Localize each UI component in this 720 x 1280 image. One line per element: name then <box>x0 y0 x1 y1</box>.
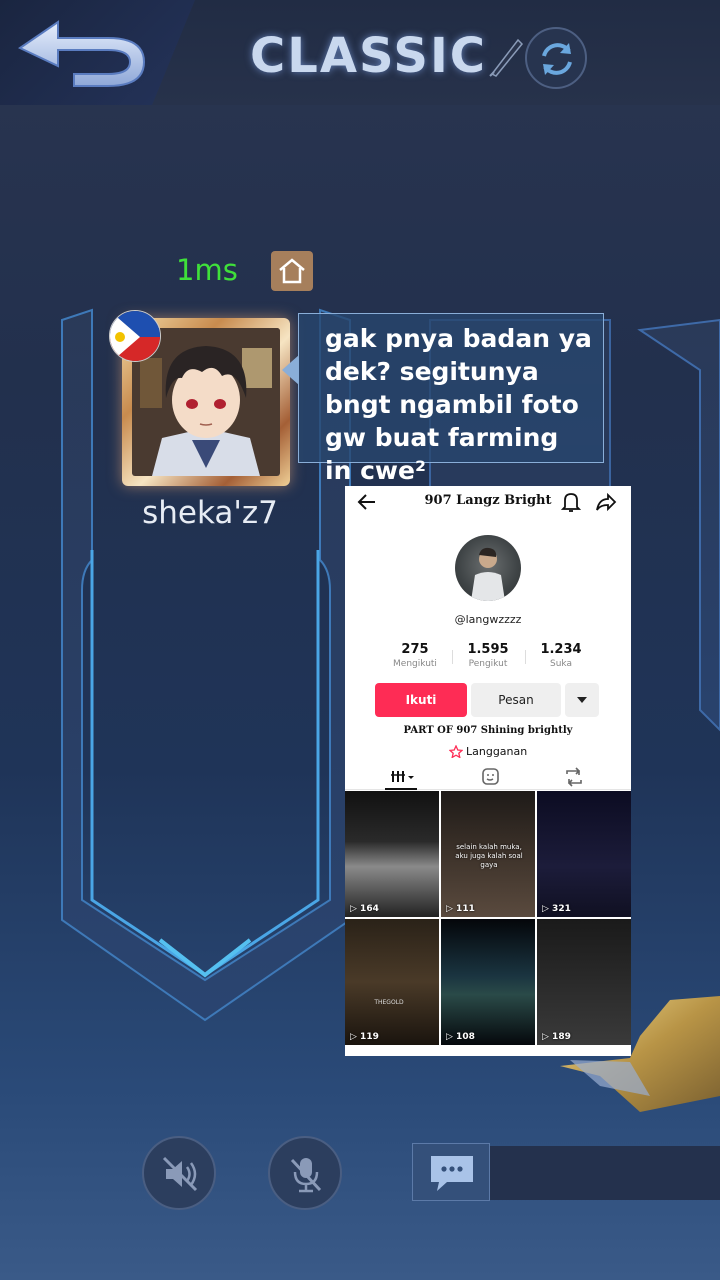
chat-button[interactable] <box>412 1143 490 1201</box>
repost-tab-icon[interactable] <box>559 766 589 788</box>
sticker-tab-icon[interactable] <box>475 766 505 788</box>
tiktok-content-tabs <box>345 764 631 790</box>
views-count: ▷ 108 <box>446 1032 475 1042</box>
subscription-label: Langganan <box>466 745 528 758</box>
message-button[interactable]: Pesan <box>471 683 561 717</box>
chat-input-bar[interactable] <box>490 1146 720 1200</box>
player-username: sheka'z7 <box>142 495 278 531</box>
stat-value: 1.595 <box>467 642 509 657</box>
speaker-muted-icon <box>162 1156 198 1192</box>
follow-button[interactable]: Ikuti <box>375 683 467 717</box>
stat-followers[interactable]: 1.595 Pengikut <box>448 642 528 669</box>
stat-value: 1.234 <box>540 642 582 657</box>
back-button[interactable] <box>12 14 152 94</box>
refresh-icon <box>542 43 572 75</box>
ping-indicator: 1ms <box>176 253 238 287</box>
video-thumbnail[interactable]: ▷ 321 <box>537 791 631 917</box>
refresh-button[interactable] <box>525 27 587 89</box>
bell-icon[interactable] <box>561 491 581 513</box>
more-options-button[interactable] <box>565 683 599 717</box>
chat-message: gak pnya badan ya dek? segitunya bngt ng… <box>325 324 592 485</box>
stat-label: Pengikut <box>468 659 508 669</box>
views-count: ▷ 321 <box>542 904 571 914</box>
back-arrow-icon[interactable] <box>357 492 377 512</box>
video-thumbnail[interactable]: ▷ 164 <box>345 791 439 917</box>
star-gift-icon <box>449 745 463 758</box>
video-thumbnail[interactable]: ▷ 108 <box>441 919 535 1045</box>
tiktok-avatar[interactable] <box>455 535 521 601</box>
videos-grid-tab-icon[interactable] <box>389 766 419 788</box>
person-avatar-icon <box>471 547 505 601</box>
views-count: ▷ 119 <box>350 1032 379 1042</box>
mode-title: CLASSIC <box>250 28 488 84</box>
back-arrow-icon <box>17 20 146 87</box>
chevron-down-icon <box>577 697 587 703</box>
speaker-mute-button[interactable] <box>142 1136 216 1210</box>
views-count: ▷ 111 <box>446 904 475 914</box>
tiktok-stats: 275 Mengikuti 1.595 Pengikut 1.234 Suka <box>375 642 605 676</box>
video-tag: THEGOLD <box>374 999 404 1006</box>
stat-label: Suka <box>550 659 572 669</box>
active-tab-indicator <box>385 788 417 790</box>
chat-bubble-icon <box>431 1156 473 1191</box>
video-thumbnail[interactable]: THEGOLD ▷ 119 <box>345 919 439 1045</box>
chat-bubble-tail <box>282 355 299 385</box>
philippines-flag-icon <box>109 310 161 362</box>
stat-value: 275 <box>401 642 429 657</box>
stat-label: Mengikuti <box>393 659 437 669</box>
video-caption: selain kalah muka, aku juga kalah soal g… <box>455 843 523 869</box>
stat-following[interactable]: 275 Mengikuti <box>375 642 455 669</box>
microphone-mute-button[interactable] <box>268 1136 342 1210</box>
tiktok-handle: @langwzzzz <box>454 613 522 626</box>
tiktok-header: 907 Langz Bright <box>345 486 631 518</box>
microphone-muted-icon <box>290 1158 322 1193</box>
tiktok-profile-title: 907 Langz Bright <box>424 493 552 508</box>
pen-icon <box>489 38 524 77</box>
home-button[interactable] <box>271 251 313 291</box>
stat-likes[interactable]: 1.234 Suka <box>521 642 601 669</box>
share-icon[interactable] <box>595 491 617 513</box>
views-count: ▷ 164 <box>350 904 379 914</box>
chat-bubble: gak pnya badan ya dek? segitunya bngt ng… <box>298 313 604 485</box>
tiktok-bio: PART OF 907 Shining brightly <box>403 725 573 736</box>
gold-blade-decoration <box>560 996 720 1112</box>
home-icon <box>279 258 305 284</box>
subscription-link[interactable]: Langganan <box>445 744 555 760</box>
video-thumbnail[interactable]: selain kalah muka, aku juga kalah soal g… <box>441 791 535 917</box>
tiktok-profile-screenshot: 907 Langz Bright @langwzzzz 275 Mengikut… <box>345 486 631 1056</box>
